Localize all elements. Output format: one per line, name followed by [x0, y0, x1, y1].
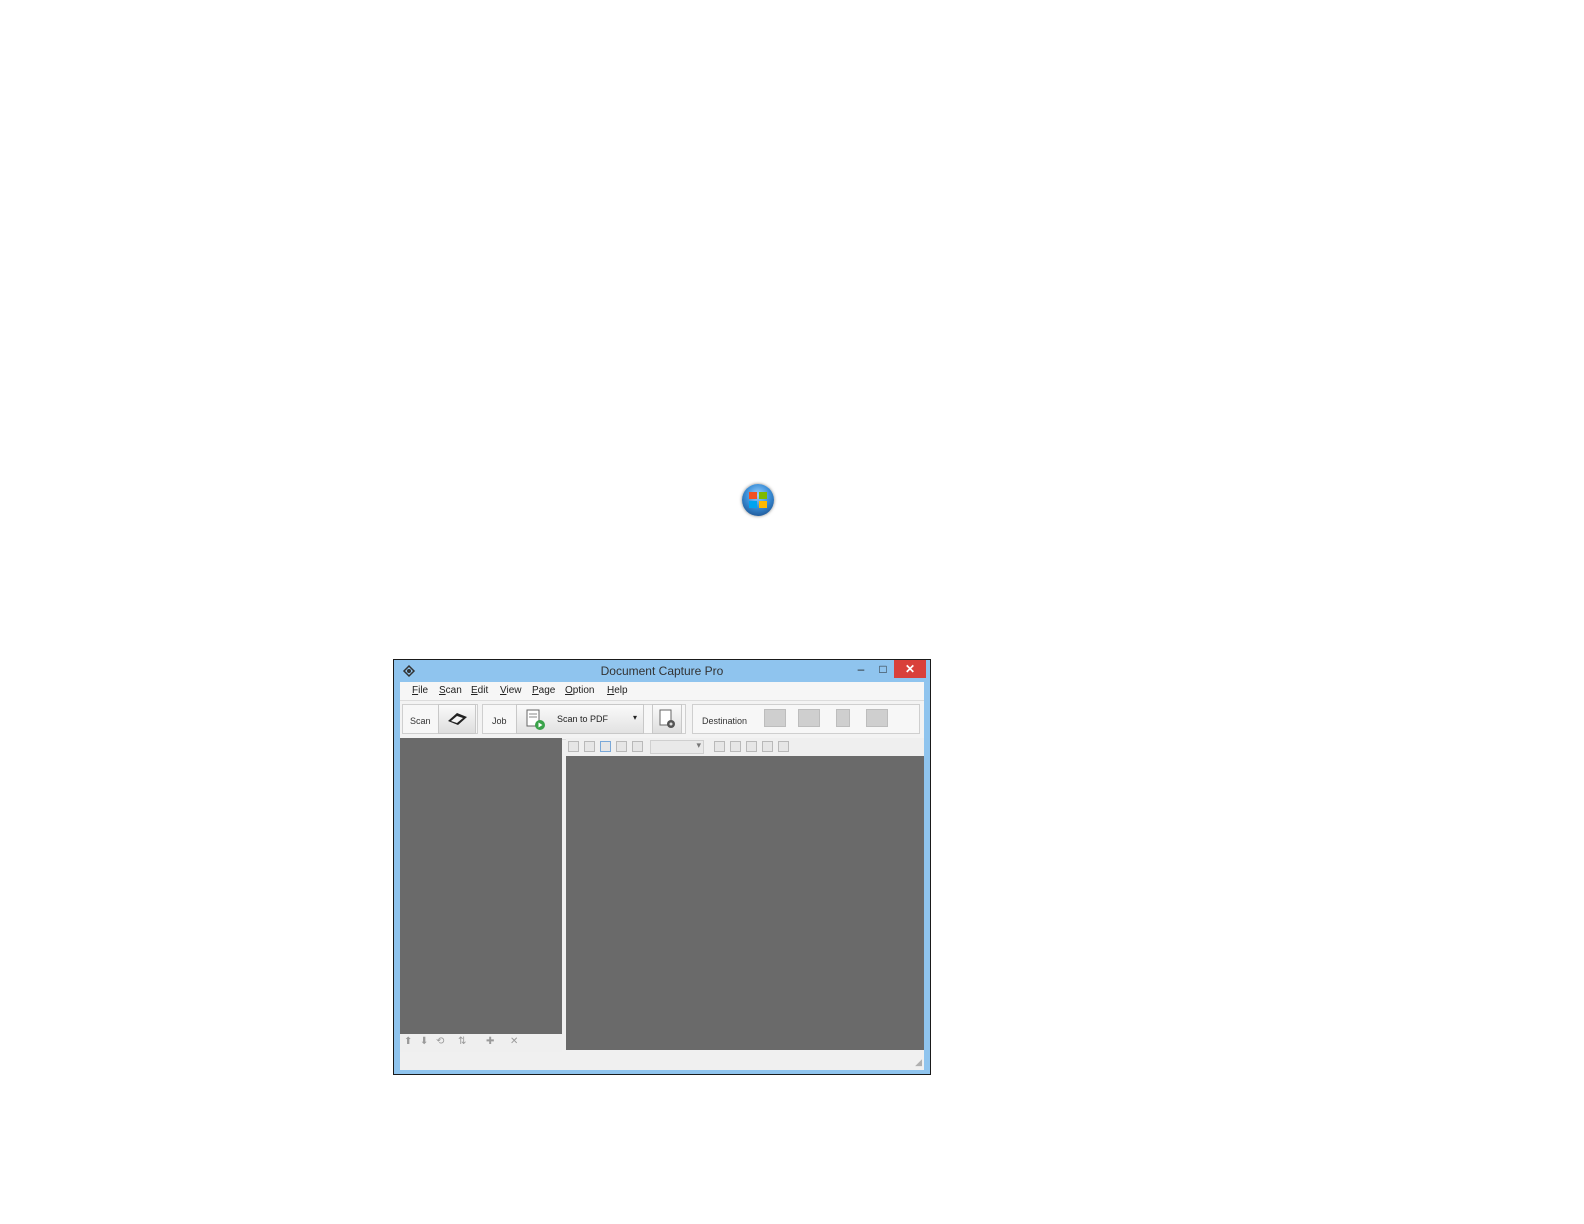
close-button[interactable]: ✕	[894, 660, 926, 678]
flip-icon[interactable]	[746, 741, 757, 752]
zoom-in-icon[interactable]	[568, 741, 579, 752]
menu-scan[interactable]: Scan	[439, 685, 462, 696]
job-settings-button[interactable]	[652, 704, 682, 734]
job-group-label: Job	[492, 716, 507, 726]
rotate-left-icon[interactable]	[714, 741, 725, 752]
add-page-icon[interactable]: ✚	[486, 1036, 494, 1047]
rotate-right-icon[interactable]	[730, 741, 741, 752]
scan-button[interactable]	[438, 704, 476, 734]
zoom-level-select[interactable]	[650, 740, 704, 754]
menu-edit[interactable]: Edit	[471, 685, 488, 696]
view-toolbar	[566, 738, 924, 756]
move-down-icon[interactable]: ⬇	[420, 1036, 428, 1047]
scan-job-icon	[526, 709, 545, 730]
thumbnail-pane[interactable]	[400, 738, 562, 1034]
thumbnail-toolbar: ⬆ ⬇ ⟲ ⇅ ✚ ✕	[400, 1034, 562, 1052]
app-window: Document Capture Pro – □ ✕ File Scan Edi…	[393, 659, 931, 1075]
fit-page-icon[interactable]	[600, 741, 611, 752]
client-area: File Scan Edit View Page Option Help Sca…	[400, 682, 924, 1070]
scan-group-label: Scan	[410, 716, 431, 726]
resize-grip-icon[interactable]: ◢	[915, 1057, 922, 1068]
menu-option[interactable]: Option	[565, 685, 594, 696]
move-up-icon[interactable]: ⬆	[404, 1036, 412, 1047]
menu-page[interactable]: Page	[532, 685, 555, 696]
menu-bar: File Scan Edit View Page Option Help	[400, 682, 924, 700]
delete-page-icon[interactable]: ✕	[510, 1036, 518, 1047]
menu-help[interactable]: Help	[607, 685, 628, 696]
scanner-icon	[448, 713, 467, 725]
job-settings-icon	[659, 709, 675, 728]
status-bar: ◢	[400, 1052, 924, 1070]
windows-logo-icon	[749, 492, 767, 508]
chevron-down-icon: ▾	[632, 713, 637, 722]
deskew-icon[interactable]	[778, 741, 789, 752]
title-bar[interactable]: Document Capture Pro – □ ✕	[394, 660, 930, 682]
main-toolbar: Scan Job Scan to PDF ▾ Destination	[400, 700, 924, 740]
preview-pane[interactable]	[566, 756, 924, 1050]
destination-group-label: Destination	[702, 716, 748, 726]
crop-icon[interactable]	[762, 741, 773, 752]
device-icon[interactable]	[836, 709, 850, 727]
printer-icon[interactable]	[866, 709, 888, 727]
zoom-out-icon[interactable]	[584, 741, 595, 752]
menu-view[interactable]: View	[500, 685, 522, 696]
maximize-button[interactable]: □	[872, 660, 894, 678]
actual-size-icon[interactable]	[632, 741, 643, 752]
email-icon[interactable]	[798, 709, 820, 727]
rotate-icon[interactable]: ⟲	[436, 1036, 444, 1047]
minimize-button[interactable]: –	[850, 660, 872, 678]
fit-width-icon[interactable]	[616, 741, 627, 752]
menu-file[interactable]: File	[412, 685, 428, 696]
job-select[interactable]: Scan to PDF ▾	[516, 704, 644, 734]
job-select-value: Scan to PDF	[557, 714, 609, 724]
sort-icon[interactable]: ⇅	[458, 1036, 466, 1047]
windows-start-icon[interactable]	[742, 484, 774, 516]
folder-icon[interactable]	[764, 709, 786, 727]
